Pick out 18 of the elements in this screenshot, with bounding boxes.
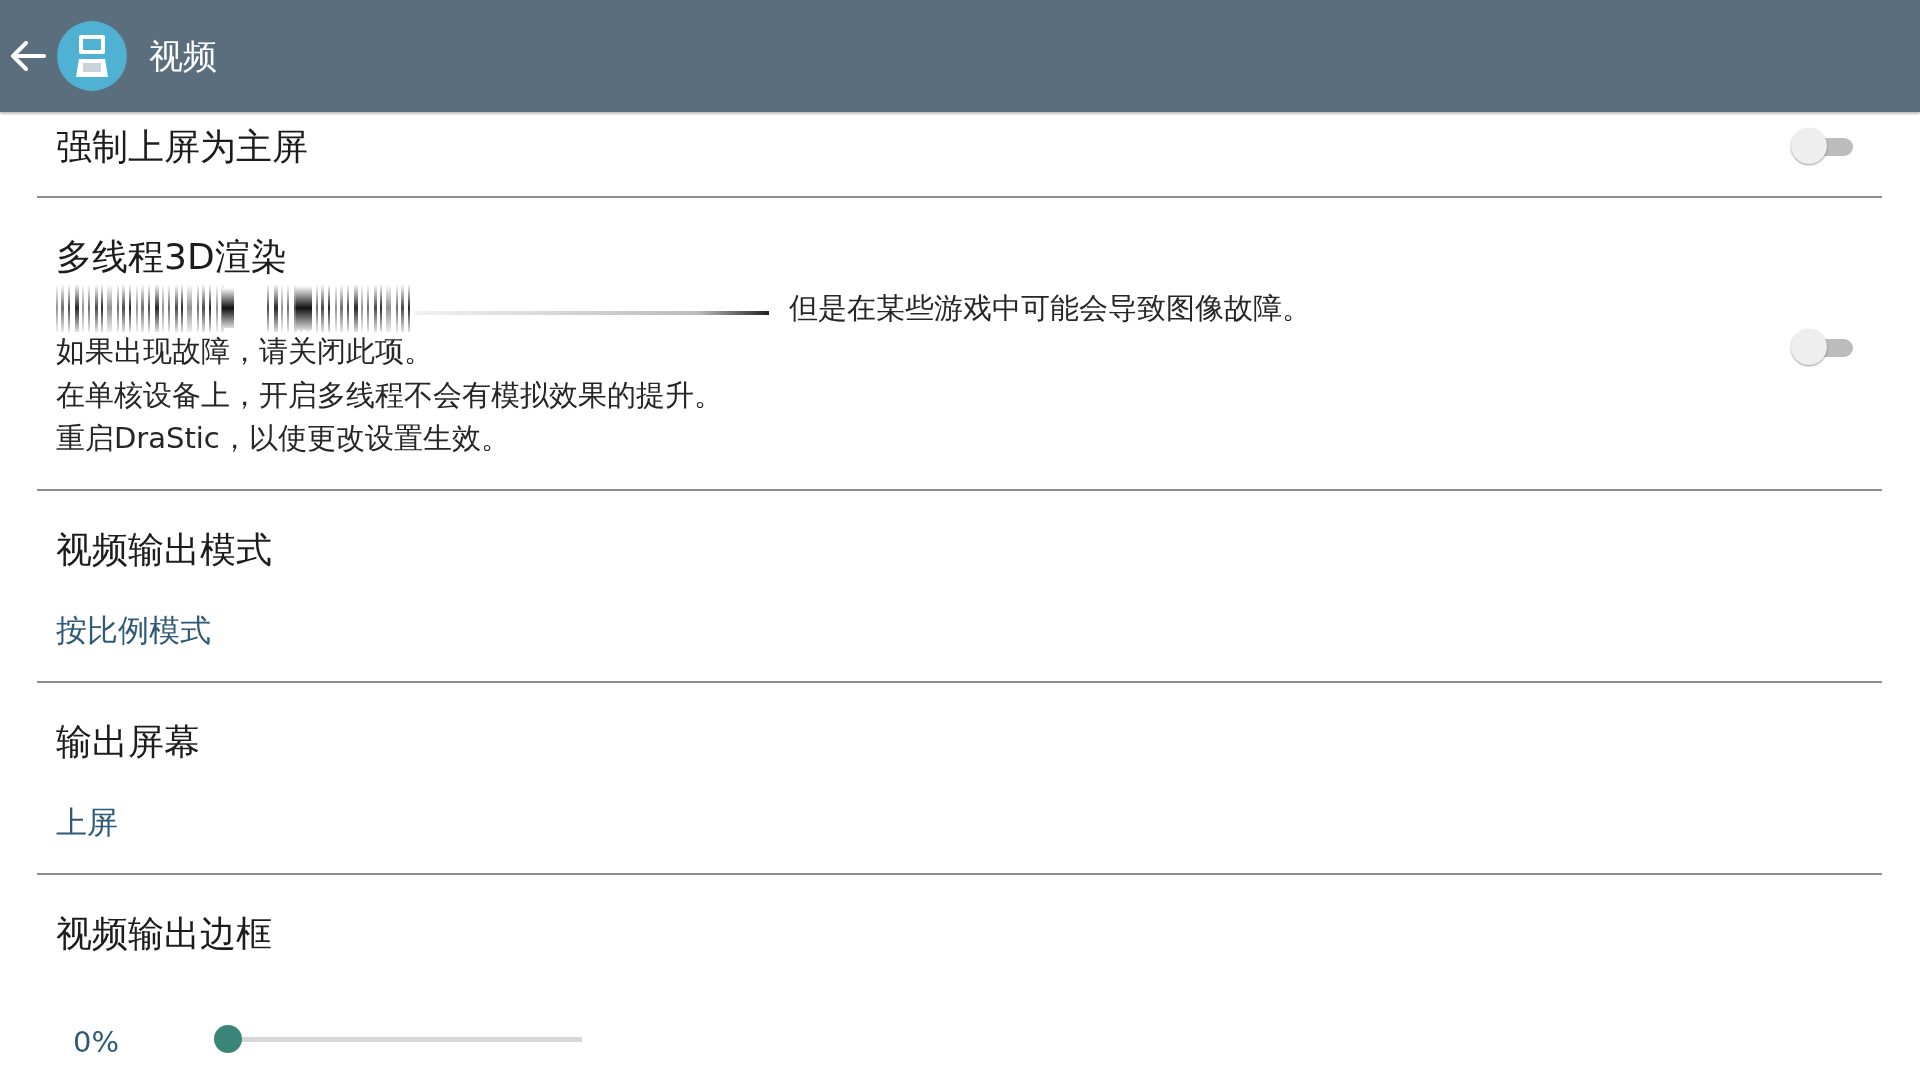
back-arrow-icon <box>10 41 46 71</box>
app-title: 视频 <box>149 35 217 78</box>
setting-value: 按比例模式 <box>56 611 211 650</box>
setting-title: 强制上屏为主屏 <box>56 125 308 169</box>
setting-summary: 但是在某些游戏中可能会导致图像故障。 <box>789 289 1311 327</box>
setting-title: 输出屏幕 <box>56 720 200 764</box>
setting-summary: 重启DraStic，以使更改设置生效。 <box>56 420 510 458</box>
setting-summary: 如果出现故障，请关闭此项。 <box>56 333 433 371</box>
setting-title: 多线程3D渲染 <box>56 235 287 279</box>
slider-track[interactable] <box>242 1036 582 1042</box>
setting-title: 视频输出模式 <box>56 528 272 572</box>
back-button[interactable] <box>10 41 46 71</box>
setting-value: 上屏 <box>56 803 118 842</box>
slider-reading: 0% <box>73 1024 120 1061</box>
setting-summary: 在单核设备上，开启多线程不会有模拟效果的提升。 <box>56 376 723 414</box>
slider-thumb[interactable] <box>214 1025 242 1053</box>
setting-title: 视频输出边框 <box>56 912 272 956</box>
handheld-console-icon <box>57 21 127 91</box>
